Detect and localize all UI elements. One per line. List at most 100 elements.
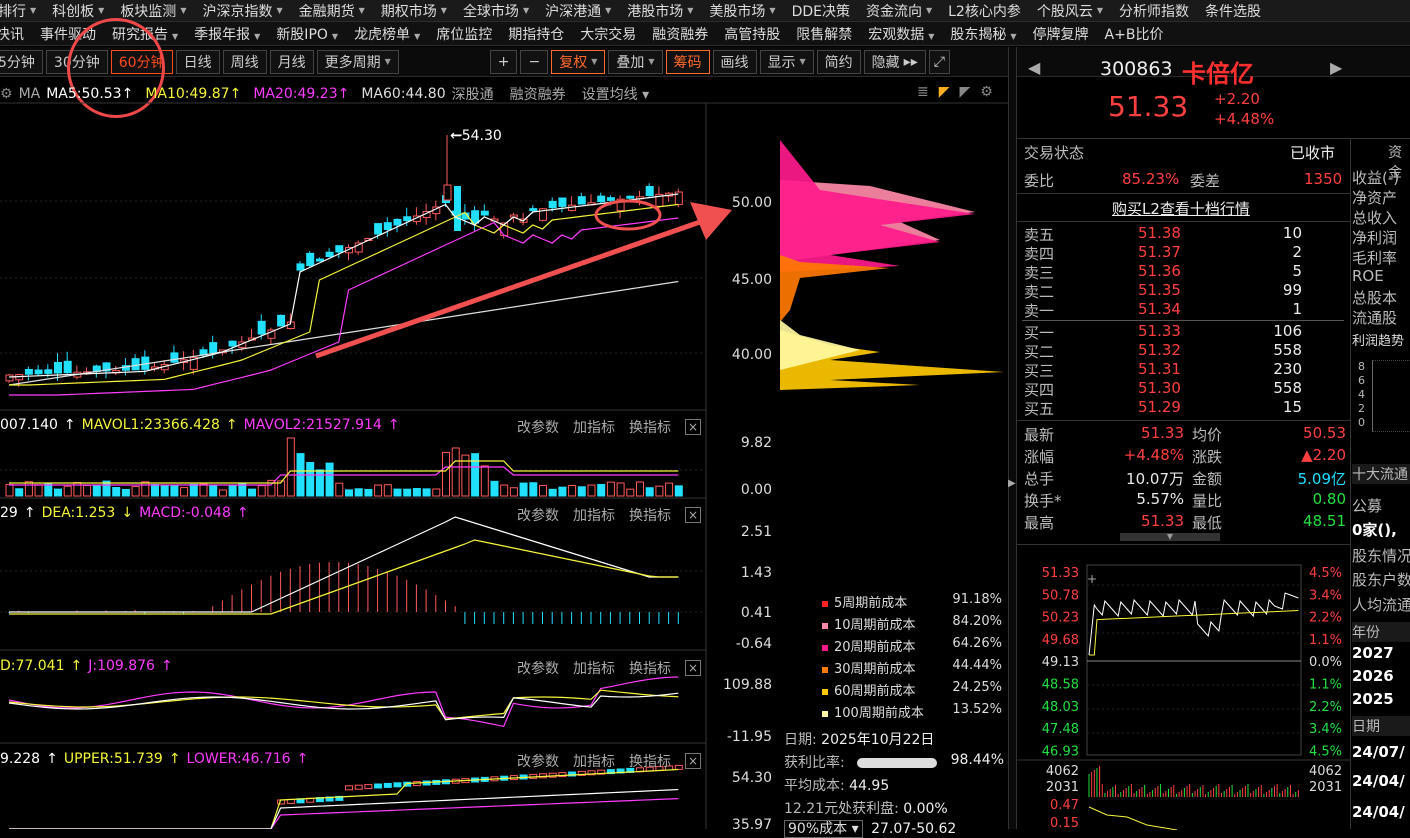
candle-body (393, 218, 402, 226)
annotation-arrow (315, 219, 701, 359)
chip-avg: 平均成本: 44.95 (784, 778, 890, 794)
add-indicator-button[interactable]: 加指标 (573, 751, 615, 771)
volume-bar (674, 485, 683, 497)
volume-bar (83, 485, 92, 497)
swap-indicator-button[interactable]: 换指标 (629, 751, 671, 771)
volume-bar (54, 488, 62, 497)
volume-bar (335, 482, 344, 497)
submenu-item-14[interactable]: 停牌复牌 (1025, 24, 1097, 44)
close-icon[interactable]: × (685, 507, 701, 523)
mini-left-label: 47.48 (1042, 722, 1079, 737)
volume-bar (412, 488, 421, 497)
bids-row[interactable]: 买五 51.29 15 (1022, 398, 1344, 418)
legend-dot (822, 710, 828, 717)
fin-item-2: 十大流通 (1352, 464, 1410, 484)
mini-left-label: 49.68 (1042, 633, 1079, 648)
next-stock-icon[interactable]: ▶ (1330, 58, 1342, 77)
mini-right-label: 4.5% (1309, 744, 1342, 759)
volume-bar (170, 484, 179, 497)
param-button[interactable]: 改参数 (517, 505, 559, 525)
boll-candle (364, 784, 373, 790)
volume-bar (403, 488, 412, 497)
mini-plus-icon: + (1087, 572, 1097, 586)
volume-bar (180, 487, 189, 497)
bids-row[interactable]: 买四 51.30 558 (1022, 379, 1344, 399)
asks-row[interactable]: 卖五 51.38 10 (1022, 224, 1344, 244)
close-icon[interactable]: × (685, 753, 701, 769)
upper-line (9, 768, 679, 829)
menu-item-13[interactable]: 个股风云 ▼ (1029, 1, 1111, 21)
volume-bar (34, 484, 43, 497)
j-line (8, 676, 679, 728)
menu-item-14[interactable]: 分析师指数 (1111, 1, 1197, 21)
profit-trend-title[interactable]: 利润趋势 (1352, 330, 1410, 349)
add-indicator-button[interactable]: 加指标 (573, 658, 615, 678)
mini-left-label: 50.78 (1042, 588, 1079, 603)
bids-row[interactable]: 买二 51.32 558 (1022, 341, 1344, 361)
candle-body (24, 368, 33, 375)
chip-legend-row: 10周期前成本 84.20% (822, 614, 1002, 633)
expand-icon[interactable]: ▼ (1120, 533, 1220, 541)
candle-body (577, 196, 586, 205)
fin-item: 总股本 (1352, 289, 1398, 307)
volume-bar (24, 481, 33, 497)
close-icon[interactable]: × (685, 660, 701, 676)
quote-row: 涨幅 +4.48% 涨跌 ▲2.20 (1024, 446, 1346, 466)
fin-item: 净利润 (1352, 229, 1398, 247)
asks-row[interactable]: 卖三 51.36 5 (1022, 262, 1344, 282)
asks-row[interactable]: 卖一 51.34 1 (1022, 300, 1344, 320)
asks-row[interactable]: 卖四 51.37 2 (1022, 243, 1344, 263)
cost-select[interactable]: 90%成本 ▾ (784, 820, 863, 838)
intraday-chart[interactable]: 51.33 50.78 50.23 49.68 49.13 48.58 48.03 47.48… (1017, 545, 1350, 830)
volume-bar (238, 483, 247, 497)
swap-indicator-button[interactable]: 换指标 (629, 417, 671, 437)
candle-body (480, 210, 489, 216)
bids-row[interactable]: 买一 51.33 106 (1022, 322, 1344, 342)
stock-pct: +4.48% (1214, 110, 1275, 128)
candle-body (34, 369, 43, 375)
l2-link[interactable]: 购买L2查看十档行情 (1112, 198, 1250, 219)
mini-vol-label: 2031 (1309, 780, 1342, 795)
volume-bar (539, 484, 547, 497)
dea-line (9, 539, 679, 615)
macd-axis-label: -0.64 (736, 636, 772, 652)
splitter[interactable] (1008, 47, 1017, 829)
param-button[interactable]: 改参数 (517, 751, 559, 771)
chip-legend-row: 20周期前成本 64.26% (822, 636, 1002, 655)
add-indicator-button[interactable]: 加指标 (573, 505, 615, 525)
candle-body (626, 195, 635, 199)
fin-item: 流通股 (1352, 309, 1398, 327)
param-button[interactable]: 改参数 (517, 658, 559, 678)
volume-bar (364, 488, 373, 497)
swap-indicator-button[interactable]: 换指标 (629, 658, 671, 678)
prev-stock-icon[interactable]: ◀ (1028, 58, 1040, 77)
stock-change: +2.20 (1214, 90, 1260, 108)
candle-body (374, 223, 383, 235)
weibi-value: 85.23% (1122, 170, 1180, 188)
macd-axis-label: 0.41 (741, 605, 772, 621)
boll-info: 9.228 ↑ UPPER:51.739 ↑ LOWER:46.716 ↑ (0, 751, 309, 767)
swap-indicator-button[interactable]: 换指标 (629, 505, 671, 525)
vol-info: 007.140 ↑ MAVOL1:23366.428 ↑ MAVOL2:21527.… (0, 417, 400, 433)
splitter-arrow-icon[interactable]: ▶ (1008, 478, 1016, 489)
close-icon[interactable]: × (685, 419, 701, 435)
asks-row[interactable]: 卖二 51.35 99 (1022, 281, 1344, 301)
volume-bar (509, 487, 518, 497)
candle-body (383, 222, 392, 230)
chip-cost: 90%成本 ▾ 27.07-50.62 (784, 818, 1004, 838)
candle-body (529, 208, 538, 212)
mini-right-label: 2.2% (1309, 611, 1342, 626)
add-indicator-button[interactable]: 加指标 (573, 417, 615, 437)
volume-bar (131, 486, 140, 497)
bids-row[interactable]: 买三 51.31 230 (1022, 360, 1344, 380)
kdj-axis-label: -11.95 (727, 729, 772, 745)
mini-left-label: 48.58 (1042, 678, 1079, 693)
fin-item: 毛利率 (1352, 249, 1398, 267)
macd-axis-label: 1.43 (741, 565, 772, 581)
status-label: 交易状态 (1024, 144, 1085, 162)
chip-date: 日期: 2025年10月22日 (784, 732, 935, 748)
submenu-item-15[interactable]: A+B比价 (1097, 24, 1172, 44)
param-button[interactable]: 改参数 (517, 417, 559, 437)
candle-body (558, 197, 567, 207)
menu-item-15[interactable]: 条件选股 (1197, 1, 1269, 21)
